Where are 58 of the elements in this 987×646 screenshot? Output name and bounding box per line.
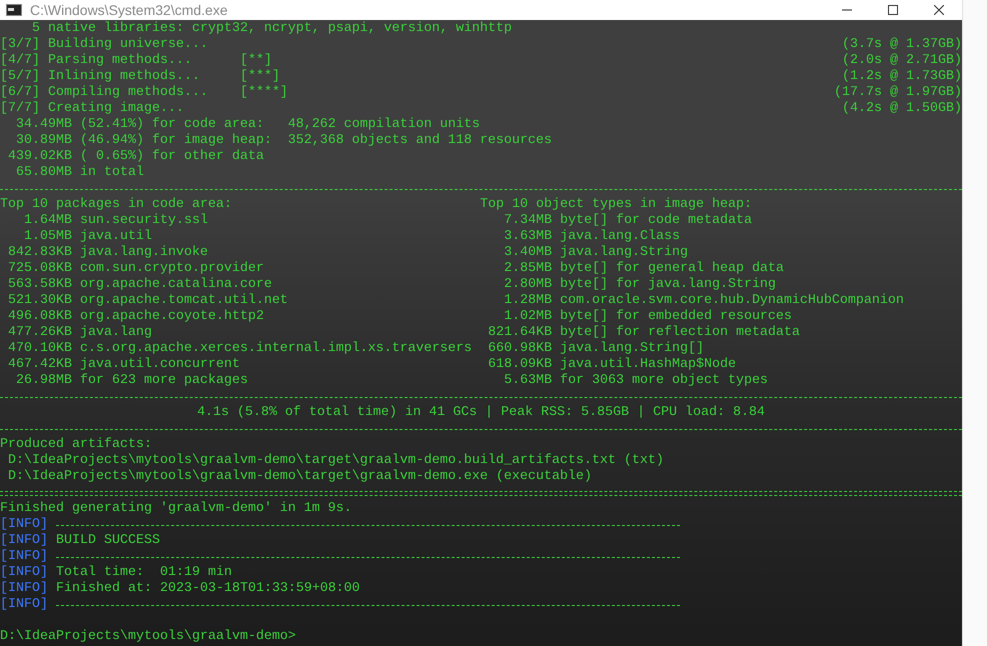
terminal-line: 477.26KB java.lang [6,325,153,341]
terminal-line: 3.63MB java.lang.Class [502,229,680,245]
terminal-timing: (2.0s @ 2.71GB) [842,53,962,69]
terminal-line: [7/7] Creating image... [0,101,184,117]
info-tag: [INFO] [0,517,48,533]
terminal-line: 1.05MB java.util [22,229,153,245]
terminal-line: Produced artifacts: [0,437,152,453]
terminal-line: 3.40MB java.lang.String [502,245,688,261]
terminal-line: 7.34MB byte[] for code metadata [502,213,752,229]
terminal-line: 5 native libraries: crypt32, ncrypt, psapi, version, winhttp [30,21,512,37]
terminal-line: 660.98KB java.lang.String[] [486,341,704,357]
terminal-line: 30.89MB (46.94%) for image heap: 352,368 objects and 118 resources [14,133,552,149]
terminal-line: 439.02KB ( 0.65%) for other data [6,149,264,165]
info-tag: [INFO] [0,565,48,581]
terminal-line: 467.42KB java.util.concurrent [6,357,241,373]
terminal-icon [6,4,22,16]
terminal-line: 521.30KB org.apache.tomcat.util.net [6,293,289,309]
terminal-line: 842.83KB java.lang.invoke [6,245,209,261]
terminal-line: 618.09KB java.util.HashMap$Node [486,357,736,373]
terminal-line: 4.1s (5.8% of total time) in 41 GCs | Peak RSS: 5.85GB | CPU load: 8.84 [197,405,765,421]
terminal-line: D:\IdeaProjects\mytools\graalvm-demo\target\graalvm-demo.exe (executable) [6,469,592,485]
terminal-timing: (4.2s @ 1.50GB) [842,101,962,117]
terminal-line: Finished at: 2023-03-18T01:33:59+08:00 [56,581,360,597]
terminal-timing: (1.2s @ 1.73GB) [842,69,962,85]
terminal-line: 26.98MB for 623 more packages [14,373,249,389]
terminal-line: D:\IdeaProjects\mytools\graalvm-demo\target\graalvm-demo.build_artifacts.txt (txt) [6,453,664,469]
terminal-line: 563.58KB org.apache.catalina.core [6,277,273,293]
terminal-line: [5/7] Inlining methods... [***] [0,69,280,85]
terminal-line: 5.63MB for 3063 more object types [502,373,768,389]
terminal-line: Finished generating 'graalvm-demo' in 1m 9s. [0,501,352,517]
terminal-line: 65.80MB in total [14,165,144,181]
terminal-line: BUILD SUCCESS [56,533,160,549]
terminal-line: [3/7] Building universe... [0,37,208,53]
info-tag: [INFO] [0,549,48,565]
terminal-line: [6/7] Compiling methods... [****] [0,85,288,101]
terminal-line: 1.02MB byte[] for embedded resources [502,309,792,325]
info-tag: [INFO] [0,533,48,549]
terminal-line: Top 10 packages in code area: [0,197,233,213]
terminal-line: D:\IdeaProjects\mytools\graalvm-demo> [0,629,296,645]
terminal-line: 1.64MB sun.security.ssl [22,213,209,229]
terminal-line: 2.80MB byte[] for java.lang.String [502,277,776,293]
terminal-line: 496.08KB org.apache.coyote.http2 [6,309,265,325]
terminal-line: 2.85MB byte[] for general heap data [502,261,784,277]
maximize-icon [888,5,898,15]
terminal-timing: (17.7s @ 1.97GB) [834,85,962,101]
terminal-line: 470.10KB c.s.org.apache.xerces.internal.impl.xs.traversers [6,341,473,357]
terminal-line: 1.28MB com.oracle.svm.core.hub.DynamicHubCompanion [502,293,904,309]
terminal-line: Top 10 object types in image heap: [480,197,752,213]
info-tag: [INFO] [0,597,48,613]
terminal-line: 821.64KB byte[] for reflection metadata [486,325,800,341]
terminal-line: 34.49MB (52.41%) for code area: 48,262 compilation units [14,117,480,133]
terminal-line: Total time: 01:19 min [56,565,232,581]
close-icon [934,5,944,15]
terminal-timing: (3.7s @ 1.37GB) [842,37,962,53]
info-tag: [INFO] [0,581,48,597]
terminal-line: 725.08KB com.sun.crypto.provider [6,261,265,277]
window-title: C:\Windows\System32\cmd.exe [30,2,229,18]
terminal-line: [4/7] Parsing methods... [**] [0,53,272,69]
